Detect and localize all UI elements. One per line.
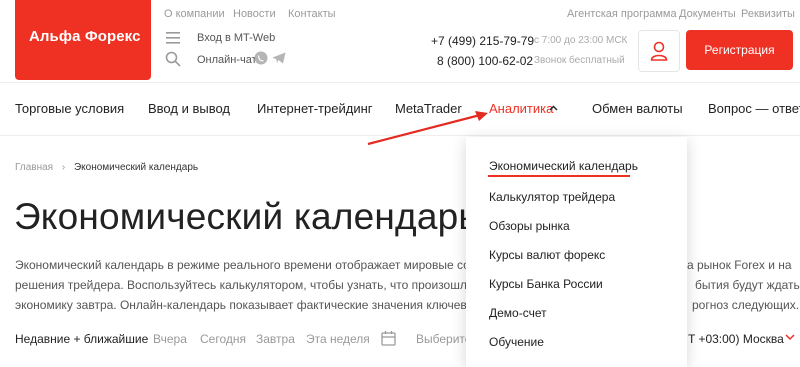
online-chat-link[interactable]: Онлайн-чат xyxy=(197,54,257,66)
user-icon xyxy=(650,41,668,61)
chevron-up-icon[interactable] xyxy=(549,105,558,111)
menu-icon[interactable] xyxy=(166,32,180,44)
nav-internet-trading[interactable]: Интернет-трейдинг xyxy=(257,101,373,116)
dropdown-item-cbr-rates[interactable]: Курсы Банка России xyxy=(489,277,603,291)
telegram-icon[interactable] xyxy=(272,52,286,64)
description-line: решения трейдера. Воспользуйтесь калькул… xyxy=(15,278,474,292)
filter-yesterday[interactable]: Вчера xyxy=(153,332,187,346)
chevron-down-icon[interactable] xyxy=(785,334,795,341)
mt-web-login-link[interactable]: Вход в MT-Web xyxy=(197,32,275,44)
annotation-underline xyxy=(488,175,630,177)
dropdown-item-education[interactable]: Обучение xyxy=(489,335,544,349)
search-icon[interactable] xyxy=(165,51,181,67)
page-title: Экономический календарь xyxy=(14,196,478,237)
account-button[interactable] xyxy=(638,30,680,72)
breadcrumb-home[interactable]: Главная xyxy=(15,162,53,173)
filter-recent-upcoming[interactable]: Недавние + ближайшие xyxy=(15,332,148,346)
top-nav-news[interactable]: Новости xyxy=(233,8,276,20)
top-link-agent[interactable]: Агентская программа xyxy=(567,8,677,20)
logo-text: Альфа Форекс xyxy=(29,28,141,45)
dropdown-item-forex-rates[interactable]: Курсы валют форекс xyxy=(489,248,605,262)
phone-number-2[interactable]: 8 (800) 100-62-02 xyxy=(437,54,533,68)
top-nav-contacts[interactable]: Контакты xyxy=(288,8,336,20)
dropdown-item-economic-calendar[interactable]: Экономический календарь xyxy=(489,159,638,173)
free-call-note: Звонок бесплатный xyxy=(534,55,625,66)
brand-logo[interactable]: Альфа Форекс xyxy=(15,0,151,80)
description-line: а рынок Forex и на xyxy=(687,258,792,272)
nav-trading-conditions[interactable]: Торговые условия xyxy=(15,101,124,116)
top-link-requisites[interactable]: Реквизиты xyxy=(741,8,795,20)
nav-analytics[interactable]: Аналитика xyxy=(489,101,553,116)
top-link-documents[interactable]: Документы xyxy=(679,8,736,20)
dropdown-item-trader-calculator[interactable]: Калькулятор трейдера xyxy=(489,190,615,204)
phone-number-1[interactable]: +7 (499) 215-79-79 xyxy=(431,34,534,48)
description-line: бытия будут ждать xyxy=(695,278,800,292)
filter-today[interactable]: Сегодня xyxy=(200,332,246,346)
description-line: рогноз следующих. xyxy=(692,298,800,312)
top-nav-about[interactable]: О компании xyxy=(164,8,225,20)
nav-currency-exchange[interactable]: Обмен валюты xyxy=(592,101,683,116)
working-hours: с 7:00 до 23:00 МСК xyxy=(534,35,628,46)
breadcrumb: Главная › Экономический календарь xyxy=(15,162,198,173)
analytics-dropdown-menu: Экономический календарь Калькулятор трей… xyxy=(466,137,687,367)
nav-deposit-withdrawal[interactable]: Ввод и вывод xyxy=(148,101,230,116)
dropdown-item-demo-account[interactable]: Демо-счет xyxy=(489,306,547,320)
description-right-area: а рынок Forex и на бытия будут ждать рог… xyxy=(687,248,800,318)
description-line: экономику завтра. Онлайн-календарь показ… xyxy=(15,298,492,312)
header-divider xyxy=(0,82,800,83)
breadcrumb-separator-icon: › xyxy=(61,162,66,173)
dropdown-item-market-reviews[interactable]: Обзоры рынка xyxy=(489,219,570,233)
breadcrumb-current: Экономический календарь xyxy=(73,162,199,173)
nav-faq[interactable]: Вопрос — ответ xyxy=(708,101,800,116)
description-line: Экономический календарь в режиме реально… xyxy=(15,258,486,272)
whatsapp-icon[interactable] xyxy=(254,51,268,65)
register-button[interactable]: Регистрация xyxy=(686,30,793,70)
filter-tomorrow[interactable]: Завтра xyxy=(256,332,295,346)
timezone-select[interactable]: T +03:00) Москва xyxy=(688,332,784,346)
calendar-icon[interactable] xyxy=(381,330,396,346)
filter-this-week[interactable]: Эта неделя xyxy=(306,332,370,346)
